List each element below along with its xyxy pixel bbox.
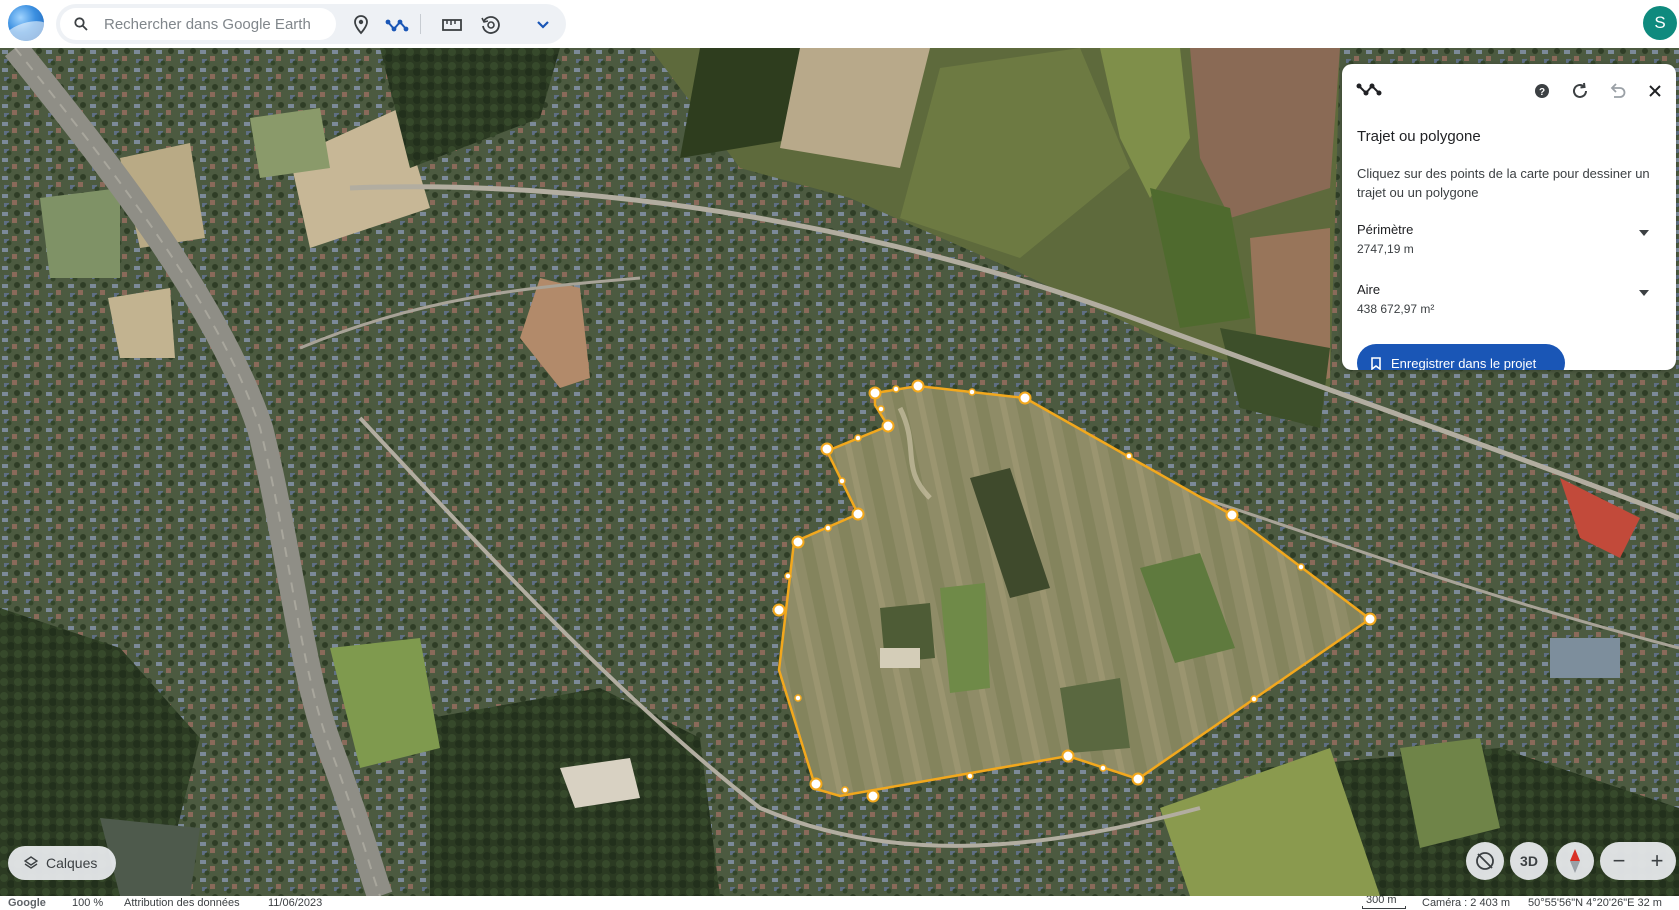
help-icon[interactable]: ? <box>1531 80 1553 102</box>
search-icon <box>74 17 88 31</box>
toggle-3d-button[interactable]: 3D <box>1510 842 1548 880</box>
google-earth-logo[interactable] <box>8 5 44 41</box>
area-label: Aire <box>1357 282 1381 297</box>
status-bar: Google 100 % Attribution des données 11/… <box>0 896 1679 910</box>
layers-button[interactable]: Calques <box>8 846 116 880</box>
camera-altitude: Caméra : 2 403 m <box>1422 897 1511 909</box>
layers-label: Calques <box>46 855 98 871</box>
zoom-in-button[interactable]: + <box>1651 848 1664 874</box>
search-box[interactable] <box>60 8 336 40</box>
scale-label: 300 m <box>1366 896 1397 906</box>
path-polygon-panel: ? Trajet ou polygone Cliquez sur des poi… <box>1342 64 1676 370</box>
refresh-icon[interactable] <box>1569 80 1591 102</box>
top-bar: S <box>0 0 1679 48</box>
bookmark-icon <box>1371 356 1381 370</box>
perimeter-label: Périmètre <box>1357 222 1414 237</box>
compass-icon[interactable] <box>1556 842 1594 880</box>
coordinates: 50°55'56"N 4°20'26"E 32 m <box>1528 897 1662 909</box>
save-to-project-button[interactable]: Enregistrer dans le projet <box>1357 344 1565 370</box>
toolbar <box>56 4 566 44</box>
zoom-level: 100 % <box>72 897 104 909</box>
zoom-out-button[interactable]: − <box>1613 848 1626 874</box>
ruler-icon[interactable] <box>439 12 465 38</box>
layers-icon <box>24 856 38 869</box>
imagery-date: 11/06/2023 <box>268 897 323 909</box>
path-polygon-icon[interactable] <box>384 12 410 38</box>
history-icon[interactable] <box>477 12 503 38</box>
scale-bar <box>1362 906 1406 909</box>
google-wordmark: Google <box>8 897 46 909</box>
toolbar-divider <box>420 14 421 34</box>
undo-icon[interactable] <box>1606 80 1628 102</box>
chevron-down-icon[interactable] <box>530 12 556 38</box>
close-icon[interactable] <box>1644 80 1666 102</box>
panel-title: Trajet ou polygone <box>1357 128 1481 145</box>
perimeter-section[interactable]: Périmètre 2747,19 m <box>1357 222 1657 256</box>
pegman-disabled-icon[interactable] <box>1466 842 1504 880</box>
area-section[interactable]: Aire 438 672,97 m² <box>1357 282 1657 316</box>
search-input[interactable] <box>104 15 334 33</box>
perimeter-caret-down-icon[interactable] <box>1639 230 1649 236</box>
save-button-label: Enregistrer dans le projet <box>1391 355 1537 371</box>
perimeter-value: 2747,19 m <box>1357 242 1414 256</box>
data-attribution-link[interactable]: Attribution des données <box>124 897 240 909</box>
area-caret-down-icon[interactable] <box>1639 290 1649 296</box>
placemark-icon[interactable] <box>348 12 374 38</box>
area-value: 438 672,97 m² <box>1357 302 1435 316</box>
path-polygon-icon <box>1356 83 1382 96</box>
svg-text:?: ? <box>1539 87 1545 98</box>
panel-description: Cliquez sur des points de la carte pour … <box>1357 166 1650 200</box>
zoom-controls: − + <box>1600 842 1676 880</box>
user-avatar[interactable]: S <box>1643 6 1677 40</box>
